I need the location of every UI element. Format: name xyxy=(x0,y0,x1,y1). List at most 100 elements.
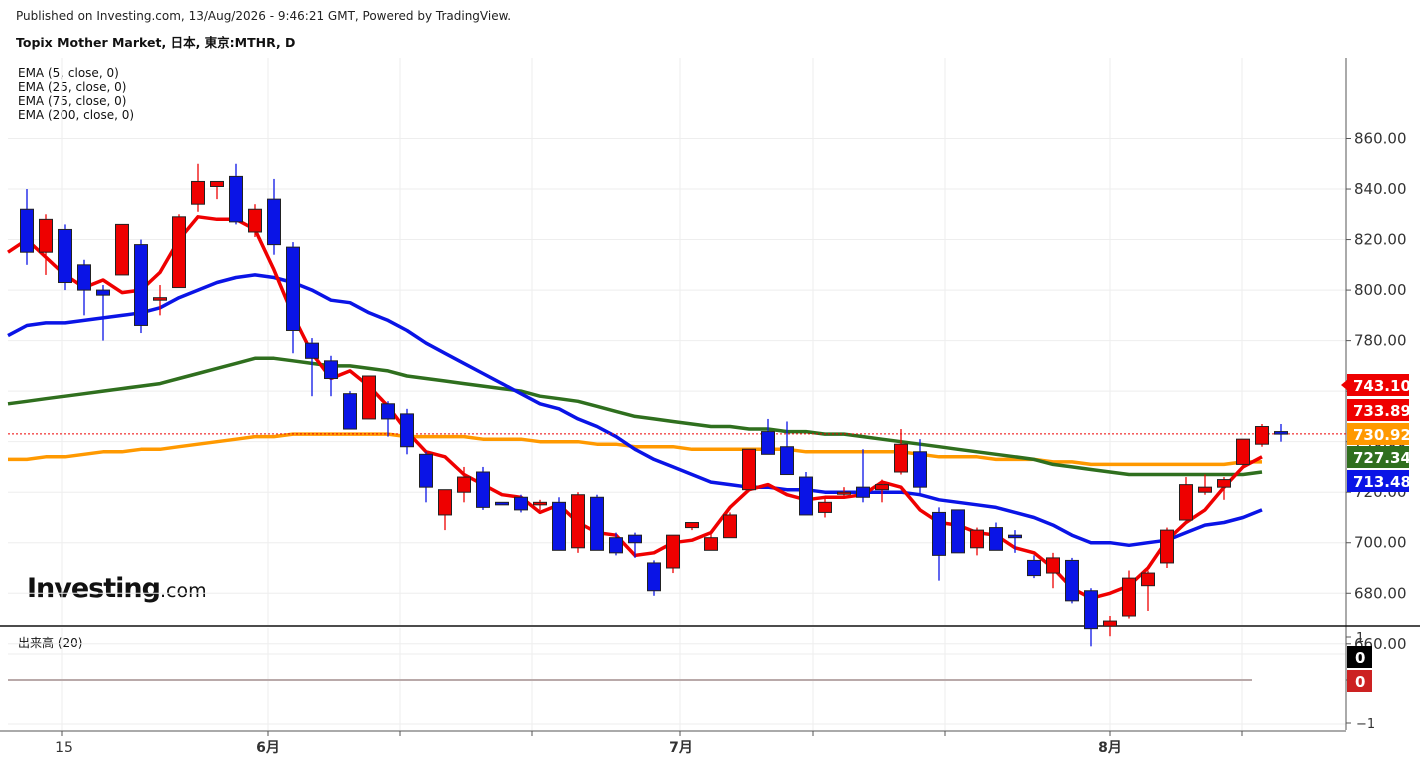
candle-body xyxy=(1160,529,1174,564)
candle-body xyxy=(552,501,566,551)
candle xyxy=(476,466,490,510)
ema25-badge-text: 713.48 xyxy=(1353,473,1411,491)
candle-body xyxy=(267,198,281,246)
candle xyxy=(343,391,357,430)
candle-body xyxy=(96,289,110,296)
candle-body xyxy=(172,216,186,289)
ema75-badge-text: 727.34 xyxy=(1353,449,1411,467)
ema5-badge-text: 733.89 xyxy=(1353,402,1411,420)
candle xyxy=(229,163,243,225)
volume-badge-text: 0 xyxy=(1355,673,1365,691)
candle xyxy=(1065,557,1079,604)
candle-body xyxy=(476,471,490,508)
candle xyxy=(134,239,148,334)
candle-body xyxy=(495,501,509,506)
candle-body xyxy=(1198,486,1212,493)
candle-body xyxy=(799,476,813,516)
candle-body xyxy=(742,448,756,491)
candle-body xyxy=(761,431,775,455)
candle-body xyxy=(1084,590,1098,630)
candle xyxy=(77,259,91,316)
candle xyxy=(1027,555,1041,579)
candle xyxy=(590,494,604,551)
candle-body xyxy=(780,446,794,476)
candle xyxy=(191,163,205,212)
candle-body xyxy=(153,297,167,301)
candle xyxy=(932,507,946,581)
candle xyxy=(894,429,908,475)
candle xyxy=(362,375,376,420)
candle xyxy=(58,224,72,291)
candle xyxy=(1103,616,1117,637)
candle xyxy=(818,497,832,518)
candle-body xyxy=(1141,572,1155,587)
candle-body xyxy=(533,501,547,506)
candle xyxy=(1122,570,1136,619)
price-badge: 743.10 xyxy=(1341,374,1411,396)
candle xyxy=(856,449,870,503)
candle xyxy=(438,489,452,531)
candle-body xyxy=(343,393,357,430)
candle-body xyxy=(1065,559,1079,602)
candle-body xyxy=(647,562,661,592)
candle-body xyxy=(1255,426,1269,445)
x-tick-label: 7月 xyxy=(669,740,693,756)
candle xyxy=(419,451,433,503)
candle-body xyxy=(514,496,528,511)
price-chart[interactable]: 660.00680.00700.00720.00740.00760.00780.… xyxy=(0,0,1420,763)
candle xyxy=(970,527,984,556)
candle-body xyxy=(666,534,680,569)
candle-body xyxy=(837,491,851,495)
candle-body xyxy=(134,244,148,326)
candle xyxy=(742,448,756,491)
candle xyxy=(1255,423,1269,447)
volume-tick-label: 1 xyxy=(1356,631,1364,646)
candle-body xyxy=(1103,620,1117,627)
candle xyxy=(723,512,737,539)
ema25-badge: 713.48 xyxy=(1347,470,1411,492)
ema5-badge: 733.89 xyxy=(1347,399,1411,421)
candle xyxy=(153,285,167,316)
candle-body xyxy=(590,496,604,551)
candles xyxy=(20,163,1288,647)
price-badge-tip xyxy=(1341,380,1347,390)
candle xyxy=(647,560,661,596)
candle xyxy=(20,189,34,265)
ema200-badge: 730.92 xyxy=(1347,423,1411,445)
candle-body xyxy=(913,451,927,488)
candle-body xyxy=(894,443,908,473)
ema-line xyxy=(7,273,1263,548)
candle xyxy=(666,534,680,574)
candle xyxy=(286,242,300,354)
candle-body xyxy=(286,246,300,332)
x-tick-label: 15 xyxy=(55,740,73,756)
candle-body xyxy=(229,175,243,223)
y-tick-label: 680.00 xyxy=(1354,584,1407,602)
candle-body xyxy=(704,537,718,551)
candle-body xyxy=(932,511,946,556)
candle-body xyxy=(77,264,91,291)
y-tick-label: 860.00 xyxy=(1354,130,1407,148)
volume-tick-label: −1 xyxy=(1356,717,1375,732)
candle xyxy=(761,418,775,455)
candle xyxy=(685,522,699,531)
y-tick-label: 800.00 xyxy=(1354,281,1407,299)
volume-badge: 0 xyxy=(1347,670,1372,692)
candle xyxy=(913,439,927,495)
candle-body xyxy=(723,514,737,539)
y-tick-label: 780.00 xyxy=(1354,332,1407,350)
candle xyxy=(400,408,414,455)
candle-body xyxy=(324,360,338,380)
candle xyxy=(989,522,1003,551)
grid xyxy=(8,58,1346,730)
candle-body xyxy=(248,208,262,233)
candle xyxy=(1236,438,1250,467)
candle-body xyxy=(39,218,53,253)
candle-body xyxy=(628,534,642,544)
candle-body xyxy=(1122,577,1136,617)
candle-body xyxy=(457,476,471,493)
candle-body xyxy=(1236,438,1250,465)
ema200-badge-text: 730.92 xyxy=(1353,426,1411,444)
candle-body xyxy=(856,486,870,498)
candle xyxy=(1217,477,1231,500)
